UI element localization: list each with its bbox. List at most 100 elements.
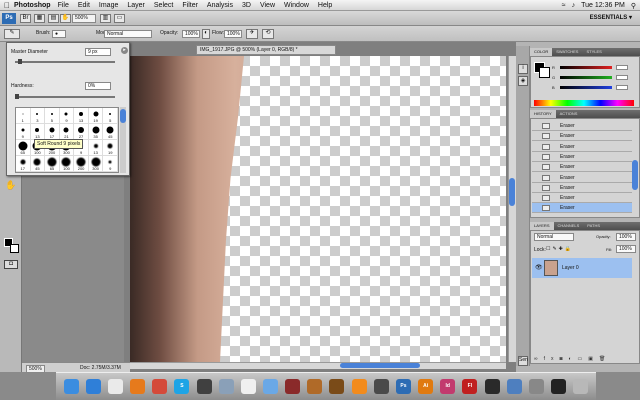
red-slider[interactable]	[560, 66, 612, 69]
arrange-documents-icon[interactable]: ▥	[100, 14, 111, 23]
history-state[interactable]: Eraser	[532, 142, 632, 152]
tab-actions[interactable]: ACTIONS	[556, 110, 582, 118]
finder-icon[interactable]	[63, 379, 79, 394]
info-panel-icon[interactable]: i	[518, 64, 528, 74]
chrome-icon[interactable]	[152, 379, 168, 394]
flow-field[interactable]: 100%	[224, 30, 242, 38]
trash-icon[interactable]	[573, 379, 589, 394]
brush-preset[interactable]: 9	[16, 124, 31, 140]
hand-tool-icon[interactable]: ✋	[2, 180, 20, 194]
brush-preset[interactable]: 19	[103, 140, 118, 156]
tab-history[interactable]: HISTORY	[530, 110, 556, 118]
vertical-scroll-thumb[interactable]	[509, 178, 515, 206]
mail-icon[interactable]	[218, 379, 234, 394]
menu-layer[interactable]: Layer	[127, 2, 145, 9]
terminal-icon[interactable]	[551, 379, 567, 394]
layer-footer-icons[interactable]: ∞fx◙◐▭▣🗑	[534, 356, 634, 364]
bridge-icon[interactable]: Br	[20, 14, 31, 23]
red-value[interactable]	[616, 65, 628, 70]
brush-preset[interactable]: 19	[88, 108, 104, 124]
indesign-icon[interactable]: Id	[440, 379, 456, 394]
workspace-switcher[interactable]: ESSENTIALS ▾	[590, 14, 632, 21]
history-state[interactable]: Eraser	[532, 183, 632, 193]
navigator-panel-icon[interactable]: ◈	[518, 76, 528, 86]
skype-icon[interactable]: S	[174, 379, 190, 394]
menu-help[interactable]: Help	[318, 2, 332, 9]
app-store-icon[interactable]	[85, 379, 101, 394]
flash-icon[interactable]: Fl	[462, 379, 478, 394]
status-zoom[interactable]: 500%	[26, 365, 45, 373]
canvas[interactable]	[130, 56, 506, 362]
clock-icon[interactable]	[107, 379, 123, 394]
menu-analysis[interactable]: Analysis	[207, 2, 233, 9]
master-diameter-field[interactable]: 9 px	[85, 48, 111, 56]
screen-mode-icon[interactable]: ▭	[114, 14, 125, 23]
history-state[interactable]: Eraser	[532, 203, 632, 214]
spotlight-icon[interactable]: ⚲	[631, 2, 636, 10]
menu-view[interactable]: View	[260, 2, 275, 9]
tab-layers[interactable]: LAYERS	[530, 222, 554, 230]
guitar-icon[interactable]	[307, 379, 323, 394]
vlc-icon[interactable]	[351, 379, 367, 394]
guitar2-icon[interactable]	[329, 379, 345, 394]
photo-booth-icon[interactable]	[285, 379, 301, 394]
tab-channels[interactable]: CHANNELS	[554, 222, 584, 230]
brush-preset[interactable]: 65	[16, 140, 31, 156]
opacity-pressure-icon[interactable]: ◐	[202, 29, 210, 39]
brush-grid-scroll-thumb[interactable]	[120, 109, 126, 123]
brush-preset[interactable]: 300	[88, 156, 104, 172]
apple-menu-icon[interactable]: 	[0, 1, 14, 10]
blend-mode-select[interactable]: Normal	[534, 233, 574, 241]
brush-preset[interactable]: 21	[59, 124, 75, 140]
itunes-icon[interactable]	[262, 379, 278, 394]
clock[interactable]: Tue 12:36 PM	[581, 2, 625, 9]
preview-icon[interactable]	[373, 379, 389, 394]
zoom-level-select[interactable]: 500%	[72, 14, 96, 23]
menu-image[interactable]: Image	[99, 2, 118, 9]
brush-preset[interactable]: 9	[103, 156, 118, 172]
tab-paths[interactable]: PATHS	[583, 222, 604, 230]
firefox-icon[interactable]	[130, 379, 146, 394]
brush-preset[interactable]: 3	[30, 108, 46, 124]
history-state[interactable]: Eraser	[532, 152, 632, 162]
brush-preset[interactable]: 9	[59, 108, 75, 124]
history-state[interactable]: Eraser	[532, 162, 632, 173]
tab-styles[interactable]: STYLES	[582, 48, 605, 56]
brush-preset[interactable]: 27	[74, 124, 89, 140]
app-menu[interactable]: Photoshop	[14, 2, 51, 9]
fill-field[interactable]: 100%	[616, 245, 636, 253]
green-slider[interactable]	[560, 76, 612, 79]
lock-icons[interactable]: ☐✎✚🔒	[546, 246, 582, 252]
brush-preset[interactable]: 13	[88, 140, 104, 156]
menu-select[interactable]: Select	[154, 2, 173, 9]
green-channel[interactable]: G	[552, 75, 636, 80]
color-bg-swatch[interactable]	[539, 67, 550, 78]
system-prefs-icon[interactable]	[528, 379, 544, 394]
history-state[interactable]: Eraser	[532, 173, 632, 183]
horizontal-scroll-thumb[interactable]	[340, 363, 420, 368]
minibridge-icon[interactable]: ▦	[34, 14, 45, 23]
history-state[interactable]: Eraser	[532, 121, 632, 131]
blue-slider[interactable]	[560, 86, 612, 89]
brush-preset[interactable]: 45	[30, 156, 46, 172]
brush-preset[interactable]: 65	[45, 156, 60, 172]
hardness-slider[interactable]	[15, 96, 115, 98]
history-state[interactable]: Eraser	[532, 131, 632, 142]
background-color-swatch[interactable]	[10, 244, 19, 253]
brush-preset[interactable]: 17	[45, 124, 60, 140]
tab-swatches[interactable]: SWATCHES	[552, 48, 582, 56]
calendar-icon[interactable]	[240, 379, 256, 394]
menu-file[interactable]: File	[58, 2, 69, 9]
wifi-icon[interactable]: ≈	[562, 2, 566, 9]
brush-preset[interactable]: 13	[30, 124, 46, 140]
master-diameter-slider[interactable]	[15, 61, 115, 63]
hardness-knob[interactable]	[15, 94, 19, 99]
airbrush-icon[interactable]: ✈	[246, 29, 258, 39]
blue-value[interactable]	[616, 85, 628, 90]
brush-preset[interactable]: 13	[74, 108, 89, 124]
brush-picker-button[interactable]: ●	[52, 30, 66, 38]
photoshop-icon[interactable]: Ps	[395, 379, 411, 394]
mode-select[interactable]: Normal	[104, 30, 152, 38]
eraser-tool-preset-icon[interactable]: ✎	[4, 29, 20, 39]
opacity-field[interactable]: 100%	[182, 30, 200, 38]
